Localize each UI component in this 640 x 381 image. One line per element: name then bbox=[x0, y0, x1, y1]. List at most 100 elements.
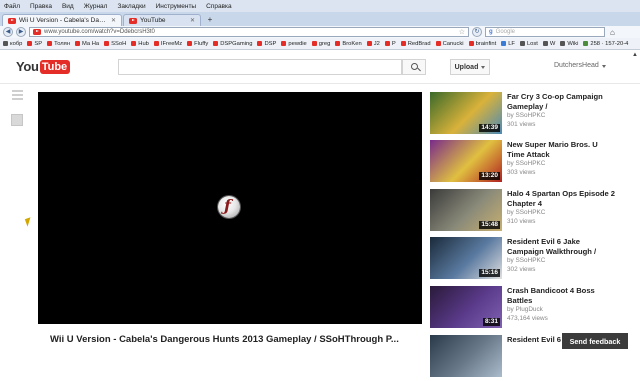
bookmark-item[interactable]: BroKen bbox=[335, 41, 362, 47]
bookmark-label: brainfint bbox=[475, 40, 497, 47]
flash-plugin-icon[interactable] bbox=[218, 196, 240, 218]
address-bar[interactable]: www.youtube.com/watch?v=DdebcrsH3t0 ☆ bbox=[29, 27, 469, 37]
video-thumbnail[interactable]: 15:16 bbox=[430, 237, 502, 279]
username[interactable]: DutchersHead bbox=[554, 62, 599, 69]
suggested-video-item[interactable]: 8:31 Crash Bandicoot 4 Boss Battles by Plu… bbox=[430, 286, 620, 332]
bookmark-label: SSoH bbox=[111, 40, 127, 47]
suggested-video-item[interactable]: 13:20 New Super Mario Bros. U Time Attack… bbox=[430, 140, 620, 186]
bookmark-item[interactable]: Толян bbox=[47, 41, 70, 47]
menu-bookmarks[interactable]: Закладки bbox=[117, 3, 145, 10]
bookmark-item[interactable]: Canucki bbox=[435, 41, 464, 47]
bookmark-item[interactable]: IFreeMz bbox=[153, 41, 182, 47]
reload-button[interactable]: ↻ bbox=[472, 27, 482, 37]
bookmark-favicon-icon bbox=[131, 41, 137, 46]
bookmark-favicon-icon bbox=[384, 41, 390, 46]
bookmark-item[interactable]: Fluffy bbox=[187, 41, 208, 47]
tab-current-video[interactable]: Wii U Version - Cabela's Dangerous Hunts… bbox=[2, 14, 122, 26]
account-chevron-icon[interactable] bbox=[602, 65, 606, 68]
video-channel[interactable]: by SSoHPKC bbox=[507, 112, 545, 119]
bookmark-item[interactable]: brainfint bbox=[468, 40, 497, 47]
back-button[interactable]: ◀ bbox=[3, 27, 13, 37]
bookmark-label: Fluffy bbox=[194, 40, 209, 47]
bookmark-item[interactable]: Wiki bbox=[560, 41, 578, 47]
guide-box-icon[interactable] bbox=[11, 114, 23, 126]
tab-youtube[interactable]: YouTube ✕ bbox=[123, 14, 201, 26]
bookmark-label: Lost bbox=[526, 40, 538, 47]
bookmark-label: 258 · 157-20-4 bbox=[590, 40, 629, 47]
suggested-video-title[interactable]: Far Cry 3 Co-op Campaign Gameplay / bbox=[507, 92, 617, 112]
guide-menu-icon[interactable] bbox=[12, 90, 23, 101]
video-channel[interactable]: by SSoHPKC bbox=[507, 209, 545, 216]
new-tab-button[interactable]: + bbox=[204, 15, 216, 25]
video-channel[interactable]: by SSoHPKC bbox=[507, 257, 545, 264]
suggested-video-title[interactable]: Resident Evil 6 Jake Campaign Walkthroug… bbox=[507, 237, 617, 257]
bookmark-item[interactable]: LF bbox=[501, 41, 515, 47]
bookmark-favicon-icon bbox=[501, 41, 507, 46]
suggested-video-title[interactable]: Crash Bandicoot 4 Boss Battles bbox=[507, 286, 617, 306]
video-thumbnail[interactable] bbox=[430, 335, 502, 377]
menu-edit[interactable]: Правка bbox=[30, 3, 52, 10]
tab-label: YouTube bbox=[140, 17, 166, 24]
video-thumbnail[interactable]: 8:31 bbox=[430, 286, 502, 328]
bookmark-item[interactable]: DSPGaming bbox=[213, 41, 252, 47]
bookmark-item[interactable]: Lost bbox=[519, 40, 538, 47]
bookmark-item[interactable]: рewdie bbox=[281, 41, 307, 47]
bookmark-item[interactable]: RedBrad bbox=[400, 40, 431, 47]
bookmark-item[interactable]: J2 bbox=[366, 41, 380, 47]
forward-button[interactable]: ▶ bbox=[16, 27, 26, 37]
suggested-video-item[interactable]: 15:48 Halo 4 Spartan Ops Episode 2 Chapte… bbox=[430, 189, 620, 235]
bookmark-item[interactable]: greg bbox=[311, 40, 331, 47]
menu-help[interactable]: Справка bbox=[206, 3, 232, 10]
video-thumbnail[interactable]: 13:20 bbox=[430, 140, 502, 182]
bookmark-label: RedBrad bbox=[407, 40, 431, 47]
bookmark-favicon-icon bbox=[104, 41, 110, 46]
menu-history[interactable]: Журнал bbox=[84, 3, 108, 10]
suggested-video-title[interactable]: New Super Mario Bros. U Time Attack bbox=[507, 140, 617, 160]
send-feedback-button[interactable]: Send feedback bbox=[562, 333, 628, 349]
search-button[interactable] bbox=[402, 59, 426, 75]
bookmark-favicon-icon bbox=[400, 41, 406, 46]
bookmark-item[interactable]: SSoH bbox=[104, 41, 126, 47]
video-thumbnail[interactable]: 14:39 bbox=[430, 92, 502, 134]
scrollbar-up-arrow[interactable]: ▲ bbox=[632, 52, 638, 58]
bookmark-favicon-icon bbox=[75, 41, 81, 46]
suggested-video-item[interactable]: 14:39 Far Cry 3 Co-op Campaign Gameplay /… bbox=[430, 92, 620, 138]
suggested-video-item[interactable]: 15:16 Resident Evil 6 Jake Campaign Walkt… bbox=[430, 237, 620, 283]
search-box[interactable]: g Google bbox=[485, 27, 605, 37]
tab-close-icon[interactable]: ✕ bbox=[190, 17, 195, 24]
menu-bar: Файл Правка Вид Журнал Закладки Инструме… bbox=[0, 0, 640, 12]
bookmark-item[interactable]: кобр bbox=[3, 41, 22, 47]
bookmark-item[interactable]: SP bbox=[27, 41, 42, 47]
video-thumbnail[interactable]: 15:48 bbox=[430, 189, 502, 231]
bookmark-label: кобр bbox=[10, 40, 23, 47]
bookmark-favicon-icon bbox=[281, 41, 287, 46]
bookmark-item[interactable]: Ma Ha bbox=[75, 41, 99, 47]
bookmark-favicon-icon bbox=[583, 41, 589, 46]
video-view-count: 310 views bbox=[507, 218, 536, 225]
bookmark-label: Hub bbox=[138, 40, 149, 47]
video-title: Wii U Version - Cabela's Dangerous Hunts… bbox=[50, 334, 399, 345]
bookmark-favicon-icon bbox=[3, 41, 8, 46]
url-text: www.youtube.com/watch?v=DdebcrsH3t0 bbox=[44, 29, 155, 35]
video-channel[interactable]: by PlugDuck bbox=[507, 306, 543, 313]
suggested-video-title[interactable]: Halo 4 Spartan Ops Episode 2 Chapter 4 bbox=[507, 189, 617, 209]
menu-file[interactable]: Файл bbox=[4, 3, 20, 10]
home-icon[interactable]: ⌂ bbox=[610, 28, 615, 37]
tab-close-icon[interactable]: ✕ bbox=[111, 17, 116, 24]
bookmark-item[interactable]: P bbox=[384, 41, 396, 47]
youtube-logo[interactable]: You Tube bbox=[16, 59, 71, 74]
menu-view[interactable]: Вид bbox=[62, 3, 74, 10]
youtube-search-input[interactable] bbox=[118, 59, 402, 75]
menu-tools[interactable]: Инструменты bbox=[156, 3, 197, 10]
bookmark-item[interactable]: W bbox=[542, 41, 555, 47]
tab-label: Wii U Version - Cabela's Dangerous Hunts… bbox=[19, 17, 108, 24]
bookmark-star-icon[interactable]: ☆ bbox=[459, 28, 465, 36]
video-duration: 8:31 bbox=[482, 318, 500, 326]
bookmark-item[interactable]: DSP bbox=[257, 41, 276, 47]
bookmark-item[interactable]: Hub bbox=[131, 41, 149, 47]
google-icon: g bbox=[489, 29, 493, 35]
upload-button[interactable]: Upload bbox=[450, 59, 490, 75]
video-channel[interactable]: by SSoHPKC bbox=[507, 160, 545, 167]
bookmark-item[interactable]: 258 · 157-20-4 bbox=[583, 41, 628, 47]
bookmark-label: greg bbox=[318, 40, 331, 47]
